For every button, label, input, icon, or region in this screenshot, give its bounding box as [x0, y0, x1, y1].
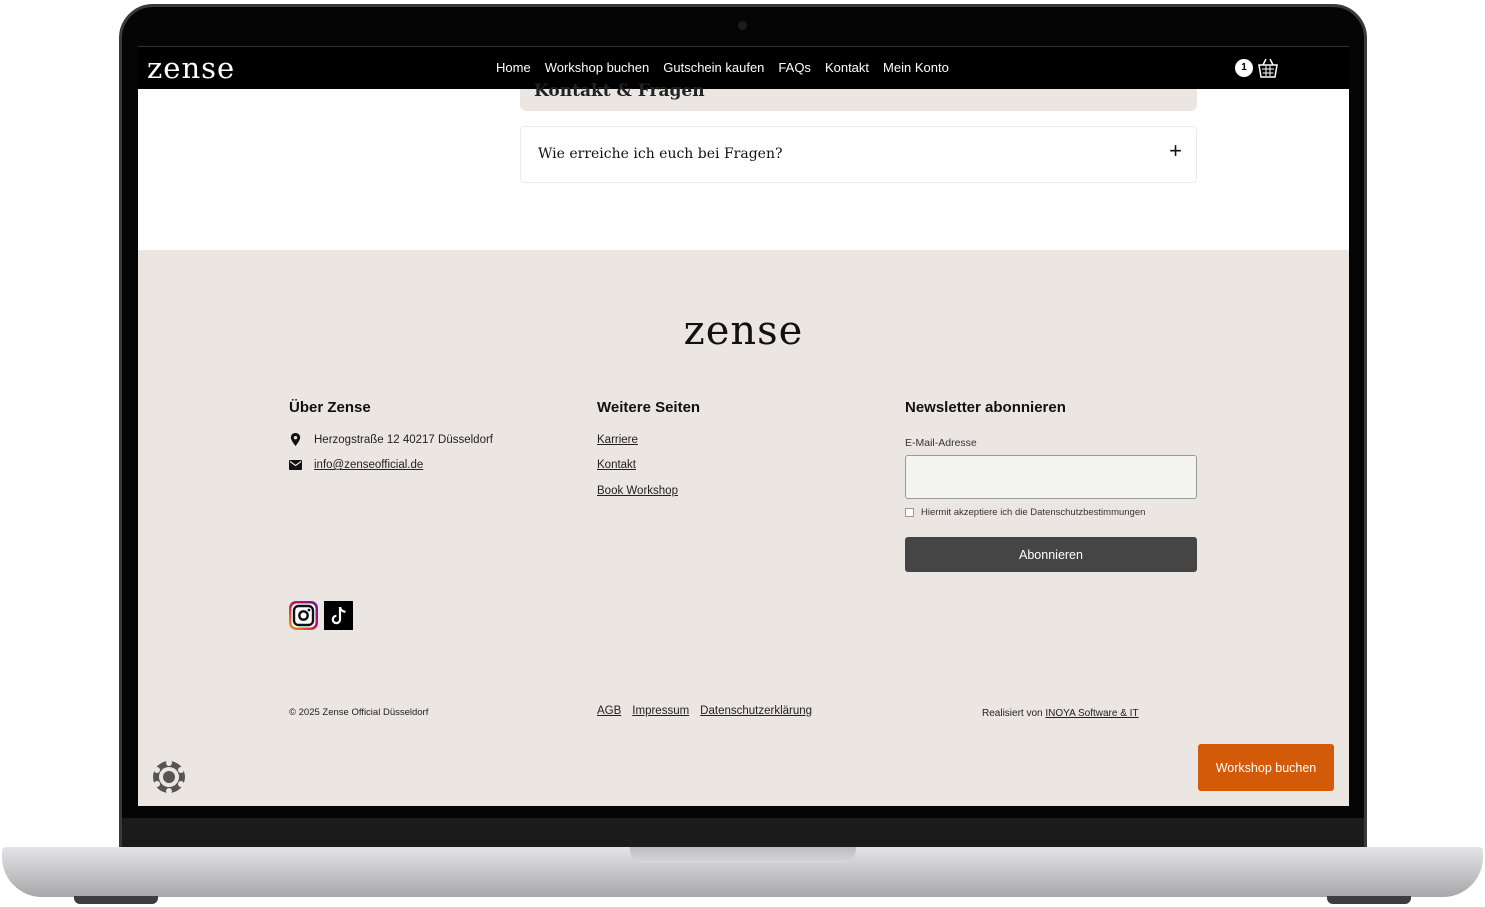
newsletter-email-input[interactable]: [905, 455, 1197, 499]
email-label: E-Mail-Adresse: [905, 437, 977, 449]
location-pin-icon: [290, 433, 301, 446]
pages-title: Weitere Seiten: [597, 399, 701, 416]
laptop-notch: [630, 847, 856, 863]
nav-link-gutschein-kaufen[interactable]: Gutschein kaufen: [663, 60, 764, 75]
credit-link[interactable]: INOYA Software & IT: [1045, 708, 1138, 719]
laptop-foot-left: [74, 896, 158, 904]
faq-item[interactable]: Wie erreiche ich euch bei Fragen? +: [520, 126, 1197, 183]
faq-previous-item: Kontakt & Fragen: [520, 81, 1197, 111]
link-kontakt[interactable]: Kontakt: [597, 459, 636, 471]
laptop-hinge: [122, 818, 1364, 850]
credit-text: Realisiert von INOYA Software & IT: [982, 708, 1139, 719]
address-row: Herzogstraße 12 40217 Düsseldorf: [289, 433, 493, 446]
envelope-icon: [289, 460, 302, 470]
cart-count-badge[interactable]: 1: [1235, 59, 1253, 77]
nav-link-home[interactable]: Home: [496, 60, 531, 75]
faq-previous-title: Kontakt & Fragen: [534, 81, 705, 101]
email-row: info@zenseofficial.de: [289, 459, 423, 471]
shopping-basket-icon[interactable]: [1256, 57, 1280, 79]
email-link[interactable]: info@zenseofficial.de: [314, 459, 423, 471]
consent-row: Hiermit akzeptiere ich die Datenschutzbe…: [905, 507, 1145, 518]
link-agb[interactable]: AGB: [597, 705, 621, 717]
laptop-foot-right: [1327, 896, 1411, 904]
link-book-workshop[interactable]: Book Workshop: [597, 485, 678, 497]
browser-screen: zense Home Workshop buchen Gutschein kau…: [138, 46, 1349, 806]
copyright-text: © 2025 Zense Official Düsseldorf: [289, 707, 429, 718]
link-karriere[interactable]: Karriere: [597, 434, 638, 446]
legal-links: AGB Impressum Datenschutzerklärung: [597, 705, 812, 717]
cookie-settings-icon[interactable]: [151, 759, 187, 795]
nav-link-mein-konto[interactable]: Mein Konto: [883, 60, 949, 75]
tiktok-icon[interactable]: [324, 601, 353, 630]
subscribe-button[interactable]: Abonnieren: [905, 537, 1197, 572]
nav-links: Home Workshop buchen Gutschein kaufen FA…: [496, 60, 949, 75]
nav-link-workshop-buchen[interactable]: Workshop buchen: [545, 60, 650, 75]
brand-logo[interactable]: zense: [147, 51, 235, 85]
faq-question: Wie erreiche ich euch bei Fragen?: [538, 146, 783, 162]
link-impressum[interactable]: Impressum: [632, 705, 689, 717]
navbar: zense Home Workshop buchen Gutschein kau…: [138, 46, 1349, 89]
address-text: Herzogstraße 12 40217 Düsseldorf: [314, 433, 493, 446]
laptop-bottom-bezel: [122, 806, 1364, 818]
camera: [738, 21, 747, 30]
nav-link-kontakt[interactable]: Kontakt: [825, 60, 869, 75]
about-title: Über Zense: [289, 399, 371, 416]
workshop-buchen-cta-button[interactable]: Workshop buchen: [1198, 744, 1334, 791]
newsletter-title: Newsletter abonnieren: [905, 399, 1066, 416]
nav-link-faqs[interactable]: FAQs: [778, 60, 811, 75]
instagram-icon[interactable]: [289, 601, 318, 630]
credit-prefix: Realisiert von: [982, 708, 1043, 719]
footer-logo: zense: [683, 308, 804, 354]
consent-checkbox[interactable]: [905, 508, 914, 517]
expand-plus-icon[interactable]: +: [1169, 140, 1182, 162]
consent-label: Hiermit akzeptiere ich die Datenschutzbe…: [921, 507, 1146, 518]
link-datenschutzerklaerung[interactable]: Datenschutzerklärung: [700, 705, 812, 717]
footer: zense Über Zense Herzogstraße 12 40217 D…: [138, 250, 1349, 806]
